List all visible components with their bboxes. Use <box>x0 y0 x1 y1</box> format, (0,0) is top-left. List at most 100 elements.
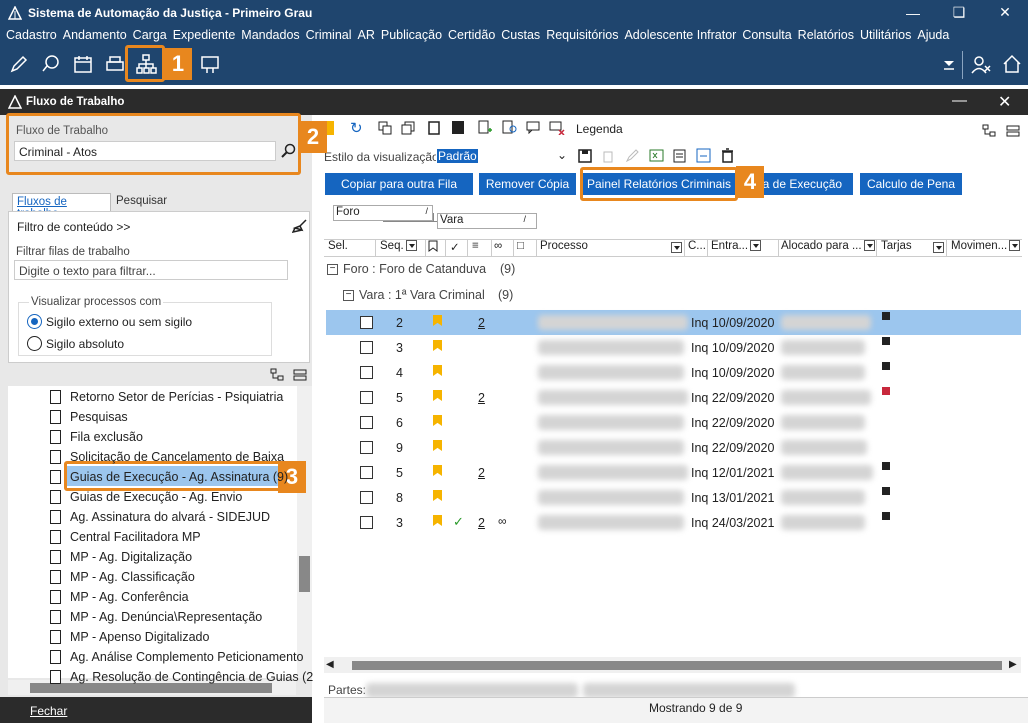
col-sel[interactable]: Sel. <box>328 240 376 256</box>
menu-item-10[interactable]: Requisitórios <box>546 28 618 42</box>
board-icon[interactable] <box>199 53 221 75</box>
row-checkbox[interactable] <box>360 366 373 379</box>
col-seq[interactable]: Seq. <box>380 240 426 256</box>
menu-item-8[interactable]: Certidão <box>448 28 495 42</box>
grid-hscroll-thumb[interactable] <box>352 661 1002 670</box>
calculo-pena-button[interactable]: Calculo de Pena <box>860 173 962 195</box>
comment-icon[interactable] <box>526 121 540 134</box>
tree-item[interactable]: MP - Ag. Conferência <box>50 587 189 607</box>
search-chat-icon[interactable] <box>40 53 62 75</box>
table-row[interactable]: 3 ✓ 2 ∞ Inq 24/03/2021 <box>326 510 1021 535</box>
export-icon[interactable] <box>696 148 711 163</box>
scroll-left-icon[interactable]: ◀ <box>326 659 334 670</box>
foro-collapse-toggle[interactable]: − <box>327 264 338 275</box>
group-chip-vara[interactable]: Vara / <box>437 213 537 229</box>
tree-item[interactable]: Central Facilitadora MP <box>50 527 201 547</box>
tree-item[interactable]: Fila exclusão <box>50 427 143 447</box>
close-button[interactable]: ✕ <box>982 0 1028 25</box>
menu-item-6[interactable]: AR <box>358 28 375 42</box>
col-processo[interactable]: Processo <box>540 240 685 256</box>
processo-filter-icon[interactable] <box>671 242 682 253</box>
row-checkbox[interactable] <box>360 341 373 354</box>
tree-item[interactable]: Ag. Análise Complemento Peticionamento <box>50 647 303 667</box>
radio-sigilo-externo[interactable] <box>27 314 42 329</box>
menu-item-12[interactable]: Consulta <box>742 28 791 42</box>
doc-search-icon[interactable] <box>502 120 518 135</box>
copy2-icon[interactable] <box>401 121 415 135</box>
edit-icon[interactable] <box>8 53 30 75</box>
row-checkbox[interactable] <box>360 391 373 404</box>
menu-item-11[interactable]: Adolescente Infrator <box>624 28 736 42</box>
dropdown-arrow-icon[interactable] <box>938 53 960 75</box>
paste-icon[interactable] <box>428 120 442 135</box>
tree-item[interactable]: Pesquisas <box>50 407 128 427</box>
row-count-link[interactable]: 2 <box>478 466 485 480</box>
excel-icon[interactable] <box>649 148 664 163</box>
tree-item[interactable]: Retorno Setor de Perícias - Psiquiatria <box>50 387 283 407</box>
save-icon[interactable] <box>578 149 592 163</box>
tree-item[interactable]: MP - Ag. Denúncia\Representação <box>50 607 262 627</box>
col-tarjas[interactable]: Tarjas <box>881 240 947 256</box>
row-count-link[interactable]: 2 <box>478 391 485 405</box>
row-checkbox[interactable] <box>360 316 373 329</box>
table-row[interactable]: 9 Inq 22/09/2020 <box>326 435 1021 460</box>
copy-icon[interactable] <box>378 121 392 135</box>
restore-button[interactable]: ❏ <box>936 0 982 25</box>
calendar-icon[interactable] <box>72 53 94 75</box>
minimize-button[interactable]: — <box>890 0 936 25</box>
table-row[interactable]: 5 2 Inq 22/09/2020 <box>326 385 1021 410</box>
row-count-link[interactable]: 2 <box>478 316 485 330</box>
fechar-button[interactable]: Fechar <box>30 704 67 718</box>
row-checkbox[interactable] <box>360 466 373 479</box>
tree-item[interactable]: Guias de Execução - Ag. Envio <box>50 487 242 507</box>
menu-item-15[interactable]: Ajuda <box>917 28 949 42</box>
refresh-icon[interactable]: ↻ <box>350 119 363 137</box>
delete-icon[interactable] <box>721 148 734 163</box>
right-expand-icon[interactable] <box>982 124 996 138</box>
row-count-link[interactable]: 2 <box>478 516 485 530</box>
tree-item[interactable]: MP - Ag. Digitalização <box>50 547 192 567</box>
menu-item-14[interactable]: Utilitários <box>860 28 911 42</box>
vara-collapse-toggle[interactable]: − <box>343 290 354 301</box>
menu-item-7[interactable]: Publicação <box>381 28 442 42</box>
legenda-button[interactable]: Legenda <box>576 122 623 136</box>
table-row[interactable]: 6 Inq 22/09/2020 <box>326 410 1021 435</box>
entrada-filter-icon[interactable] <box>750 240 762 252</box>
alocado-filter-icon[interactable] <box>863 240 875 252</box>
tree-item[interactable]: MP - Apenso Digitalizado <box>50 627 209 647</box>
tree-collapse-icon[interactable] <box>293 368 307 382</box>
tree-item[interactable]: Guias de Execução - Ag. Assinatura (9) <box>50 467 288 487</box>
doc-add-icon[interactable] <box>478 120 492 135</box>
table-row[interactable]: 5 2 Inq 12/01/2021 <box>326 460 1021 485</box>
save-doc-icon[interactable] <box>451 120 465 135</box>
menu-item-3[interactable]: Expediente <box>173 28 236 42</box>
col-flag[interactable] <box>428 240 446 256</box>
scroll-right-icon[interactable]: ▶ <box>1009 659 1017 670</box>
menu-item-13[interactable]: Relatórios <box>798 28 854 42</box>
table-row[interactable]: 3 Inq 10/09/2020 <box>326 335 1021 360</box>
movimento-filter-icon[interactable] <box>1009 240 1021 252</box>
tab-fluxos[interactable]: Fluxos de trabalho <box>12 193 111 220</box>
menu-item-1[interactable]: Andamento <box>63 28 127 42</box>
right-collapse-icon[interactable] <box>1006 124 1020 138</box>
radio-sigilo-absoluto[interactable] <box>27 336 42 351</box>
col-alocado[interactable]: Alocado para ... <box>781 240 877 256</box>
copiar-button[interactable]: Copiar para outra Fila <box>325 173 473 195</box>
child-minimize-button[interactable]: — <box>952 92 967 109</box>
col-check[interactable]: ✓ <box>450 240 468 256</box>
table-row[interactable]: 8 Inq 13/01/2021 <box>326 485 1021 510</box>
table-row[interactable]: 2 2 Inq 10/09/2020 <box>326 310 1021 335</box>
filtro-conteudo-link[interactable]: Filtro de conteúdo >> <box>17 220 130 234</box>
home-icon[interactable] <box>1001 53 1023 75</box>
menu-item-9[interactable]: Custas <box>501 28 540 42</box>
tree-item[interactable]: Ag. Assinatura do alvará - SIDEJUD <box>50 507 270 527</box>
broom-icon[interactable] <box>292 218 308 234</box>
menu-item-4[interactable]: Mandados <box>241 28 299 42</box>
menu-item-2[interactable]: Carga <box>133 28 167 42</box>
estilo-select[interactable]: Padrão ⌄ <box>436 148 570 166</box>
tree-item[interactable]: MP - Ag. Classificação <box>50 567 195 587</box>
tree-item[interactable]: Solicitação de Cancelamento de Baixa <box>50 447 284 467</box>
col-tree[interactable]: ≡ <box>472 240 492 256</box>
tarjas-filter-icon[interactable] <box>933 242 944 253</box>
col-c[interactable]: C... <box>688 240 708 256</box>
